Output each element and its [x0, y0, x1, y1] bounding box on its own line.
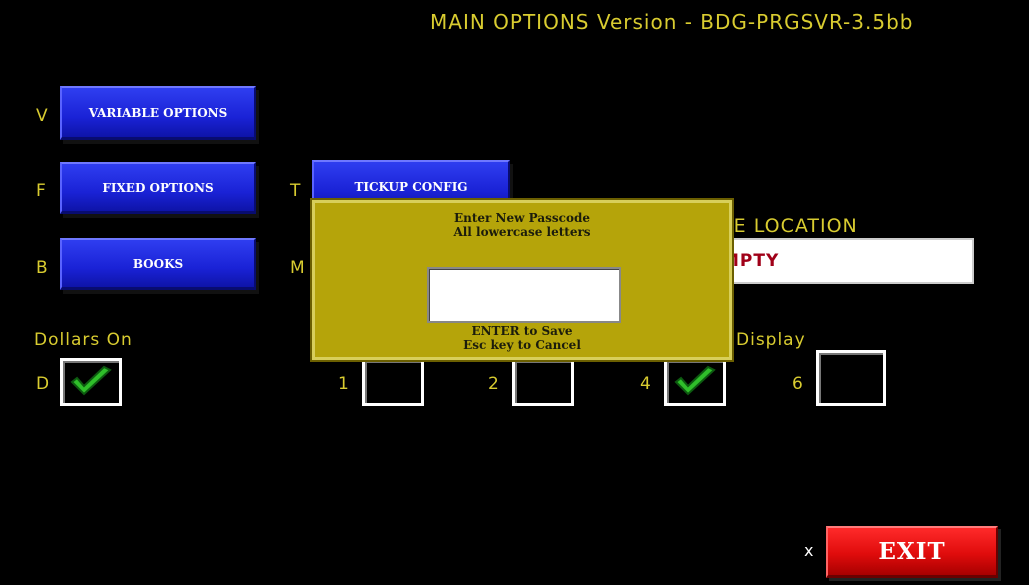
dialog-footer-cancel: Esc key to Cancel	[463, 338, 581, 352]
hotkey-x-label: X	[804, 541, 814, 560]
passcode-dialog: Enter New Passcode All lowercase letters…	[310, 198, 734, 362]
hotkey-t: T	[290, 181, 301, 201]
exit-button[interactable]: EXIT	[826, 526, 998, 578]
checkmark-icon	[70, 365, 112, 396]
fixed-options-button[interactable]: FIXED OPTIONS	[60, 162, 256, 214]
hotkey-d: D	[36, 374, 50, 394]
window-title: MAIN OPTIONS Version - BDG-PRGSVR-3.5bb	[430, 10, 914, 34]
display-option-6-checkbox[interactable]	[816, 350, 886, 406]
display-label: Display	[736, 330, 806, 350]
hotkey-x: X	[804, 541, 813, 560]
hotkey-v: V	[36, 106, 48, 126]
dialog-footer-save: ENTER to Save	[471, 324, 573, 338]
display-option-4-checkbox[interactable]	[664, 358, 726, 406]
hotkey-b: B	[36, 258, 48, 278]
dialog-prompt-line2: All lowercase letters	[453, 225, 591, 239]
display-option-2-label: 2	[488, 374, 499, 394]
passive-location-field[interactable]: MPTY	[690, 238, 974, 284]
dollars-on-checkbox[interactable]	[60, 358, 122, 406]
display-option-6-label: 6	[792, 374, 803, 394]
display-option-2-checkbox[interactable]	[512, 358, 574, 406]
display-option-4-label: 4	[640, 374, 651, 394]
hotkey-m: M	[290, 258, 305, 278]
variable-options-button[interactable]: VARIABLE OPTIONS	[60, 86, 256, 140]
hotkey-f: F	[36, 181, 46, 201]
display-option-1-checkbox[interactable]	[362, 358, 424, 406]
display-option-1-label: 1	[338, 374, 349, 394]
passcode-input[interactable]	[427, 267, 621, 323]
dollars-on-label: Dollars On	[34, 330, 133, 350]
dialog-prompt-line1: Enter New Passcode	[454, 211, 590, 225]
books-button[interactable]: BOOKS	[60, 238, 256, 290]
checkmark-icon	[674, 365, 716, 396]
